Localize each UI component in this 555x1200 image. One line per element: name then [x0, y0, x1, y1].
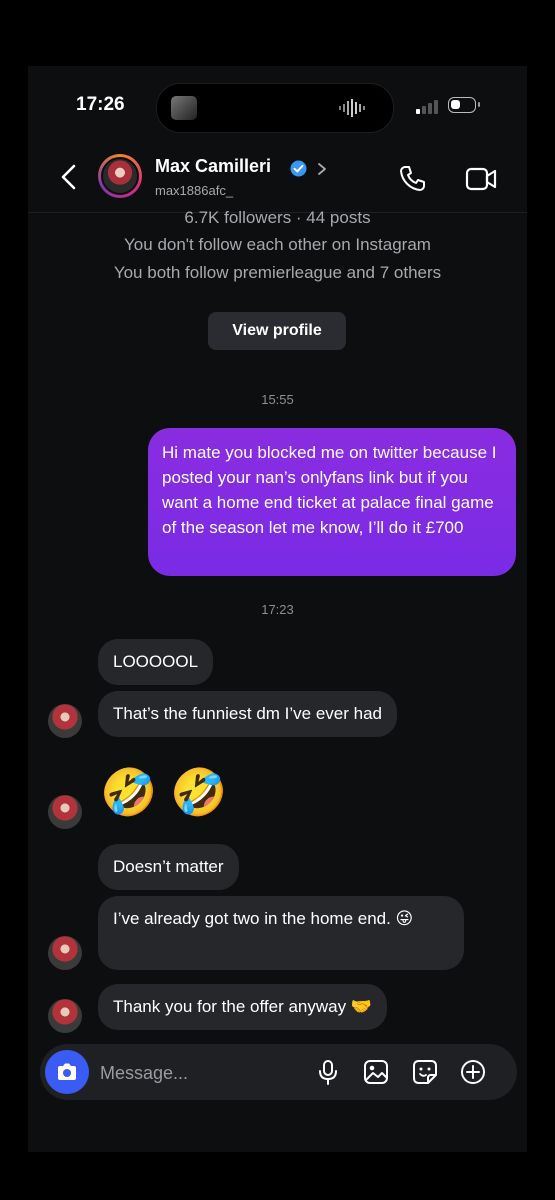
camera-icon: [58, 1063, 76, 1080]
received-message[interactable]: Doesn’t matter: [98, 844, 239, 890]
video-call-icon[interactable]: [465, 166, 497, 192]
sent-message-text: Hi mate you blocked me on twitter becaus…: [162, 443, 497, 537]
dm-screen: 17:26 Max Camilleri max1886afc_ 6.7K fol…: [28, 66, 527, 1152]
sender-avatar[interactable]: [48, 704, 82, 738]
received-message-text: Thank you for the offer anyway 🤝: [113, 997, 372, 1016]
sender-avatar[interactable]: [48, 999, 82, 1033]
back-arrow-icon[interactable]: [58, 163, 80, 191]
message-input[interactable]: [98, 1060, 302, 1086]
received-message[interactable]: Thank you for the offer anyway 🤝: [98, 984, 387, 1030]
message-composer: [40, 1044, 517, 1100]
cellular-signal-icon: [416, 100, 438, 114]
now-playing-artwork: [171, 96, 197, 120]
microphone-icon[interactable]: [314, 1058, 342, 1086]
contact-username[interactable]: max1886afc_: [155, 183, 233, 198]
sender-avatar[interactable]: [48, 795, 82, 829]
phone-call-icon[interactable]: [397, 164, 427, 194]
profile-stats: 6.7K followers · 44 posts: [184, 208, 371, 227]
emoji-reaction[interactable]: 🤣: [170, 764, 227, 820]
sender-avatar[interactable]: [48, 936, 82, 970]
received-message[interactable]: I’ve already got two in the home end. 😜: [98, 896, 464, 970]
received-message[interactable]: That’s the funniest dm I’ve ever had: [98, 691, 398, 737]
verified-badge-icon: [290, 160, 307, 177]
follow-status: You don't follow each other on Instagram: [124, 235, 431, 254]
chevron-right-icon[interactable]: [317, 162, 327, 176]
sent-message[interactable]: Hi mate you blocked me on twitter becaus…: [148, 428, 516, 576]
mutual-follows: You both follow premierleague and 7 othe…: [113, 263, 442, 282]
contact-avatar[interactable]: [98, 154, 142, 198]
audio-waveform-icon: [339, 99, 365, 117]
contact-name[interactable]: Max Camilleri: [155, 156, 271, 177]
emoji-reaction[interactable]: 🤣: [100, 764, 157, 820]
timestamp: 17:23: [261, 602, 294, 617]
plus-icon[interactable]: [459, 1058, 487, 1086]
camera-button[interactable]: [45, 1050, 89, 1094]
status-time: 17:26: [76, 94, 125, 115]
gallery-icon[interactable]: [362, 1058, 390, 1086]
sticker-icon[interactable]: [411, 1058, 439, 1086]
received-message-text: Doesn’t matter: [113, 857, 224, 876]
received-message-text: I’ve already got two in the home end. 😜: [113, 909, 414, 928]
received-message-text: That’s the funniest dm I’ve ever had: [113, 704, 383, 723]
dynamic-island[interactable]: [156, 83, 394, 133]
view-profile-button[interactable]: View profile: [208, 312, 346, 350]
battery-icon: [448, 97, 480, 113]
timestamp: 15:55: [261, 392, 294, 407]
received-message[interactable]: LOOOOOL: [98, 639, 214, 685]
received-message-text: LOOOOOL: [113, 652, 199, 671]
